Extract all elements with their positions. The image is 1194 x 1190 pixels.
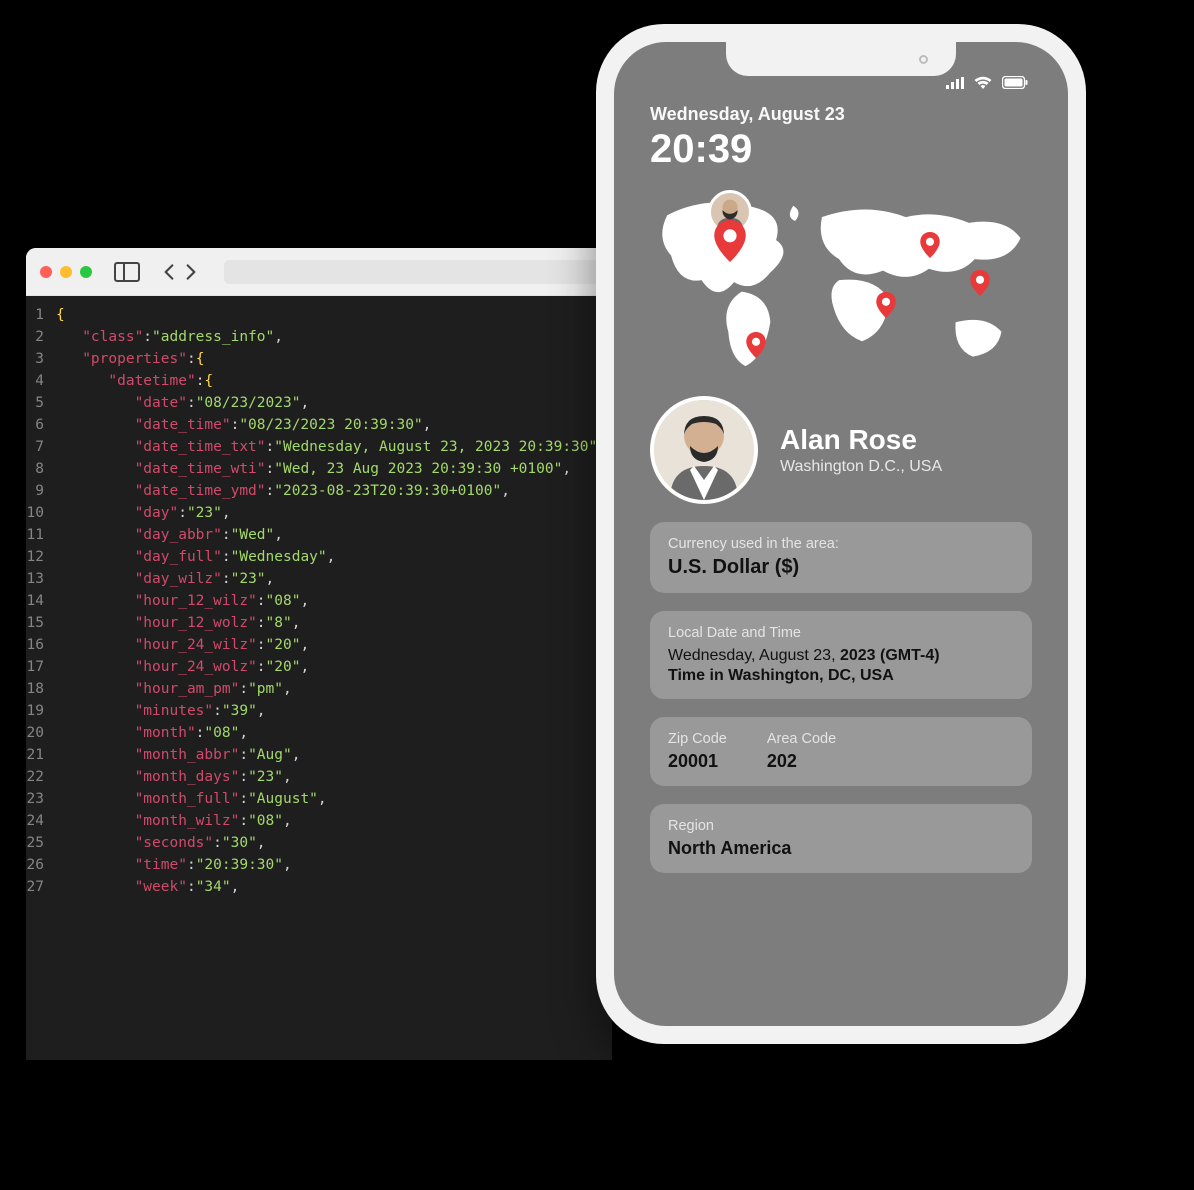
map-pin-primary[interactable] (714, 220, 746, 262)
code-line: "month_full":"August", (56, 788, 606, 810)
map-pin[interactable] (920, 232, 940, 258)
code-line: "month_wilz":"08", (56, 810, 606, 832)
code-line: "time":"20:39:30", (56, 854, 606, 876)
zip-code-label: Zip Code (668, 731, 727, 747)
status-date: Wednesday, August 23 (650, 104, 1032, 125)
codes-card: Zip Code 20001 Area Code 202 (650, 717, 1032, 786)
code-line: "date_time_ymd":"2023-08-23T20:39:30+010… (56, 480, 606, 502)
code-line: "date_time_txt":"Wednesday, August 23, 2… (56, 436, 606, 458)
code-line: "day_wilz":"23", (56, 568, 606, 590)
sidebar-toggle-icon[interactable] (114, 262, 140, 282)
localtime-date: Wednesday, August 23, (668, 647, 836, 664)
browser-titlebar (26, 248, 612, 296)
world-map (650, 184, 1032, 384)
code-line: "day_abbr":"Wed", (56, 524, 606, 546)
region-label: Region (668, 818, 1014, 834)
map-pin[interactable] (970, 270, 990, 296)
region-card: Region North America (650, 804, 1032, 873)
profile-row: Alan Rose Washington D.C., USA (650, 396, 1032, 504)
code-line: "hour_12_wolz":"8", (56, 612, 606, 634)
profile-name: Alan Rose (780, 424, 942, 456)
code-line: "minutes":"39", (56, 700, 606, 722)
code-line: "class":"address_info", (56, 326, 606, 348)
line-number-gutter: 1234567891011121314151617181920212223242… (26, 296, 50, 1060)
map-pin[interactable] (876, 292, 896, 318)
area-code-value: 202 (767, 751, 836, 772)
nav-arrows (160, 263, 200, 281)
code-line: "month_days":"23", (56, 766, 606, 788)
region-value: North America (668, 838, 1014, 859)
signal-icon (946, 77, 964, 89)
code-window: 1234567891011121314151617181920212223242… (26, 248, 612, 1060)
code-line: "day":"23", (56, 502, 606, 524)
status-clock: 20:39 (650, 127, 1032, 172)
code-line: "seconds":"30", (56, 832, 606, 854)
localtime-card: Local Date and Time Wednesday, August 23… (650, 611, 1032, 699)
phone-mockup: Wednesday, August 23 20:39 (596, 24, 1086, 1044)
wifi-icon (974, 76, 992, 89)
zip-code-block: Zip Code 20001 (668, 731, 727, 772)
currency-value: U.S. Dollar ($) (668, 556, 1014, 579)
code-line: "date":"08/23/2023", (56, 392, 606, 414)
localtime-place: Time in Washington, DC, USA (668, 667, 1014, 685)
area-code-label: Area Code (767, 731, 836, 747)
localtime-tz: 2023 (GMT-4) (840, 647, 940, 664)
code-line: "date_time":"08/23/2023 20:39:30", (56, 414, 606, 436)
battery-icon (1002, 76, 1028, 89)
currency-label: Currency used in the area: (668, 536, 1014, 552)
code-line: "day_full":"Wednesday", (56, 546, 606, 568)
camera-icon (919, 55, 928, 64)
code-line: "hour_am_pm":"pm", (56, 678, 606, 700)
code-line: "properties":{ (56, 348, 606, 370)
code-line: "week":"34", (56, 876, 606, 898)
code-line: { (56, 304, 606, 326)
currency-card: Currency used in the area: U.S. Dollar (… (650, 522, 1032, 593)
code-content[interactable]: { "class":"address_info", "properties":{… (50, 296, 612, 1060)
forward-button[interactable] (182, 263, 200, 281)
code-editor[interactable]: 1234567891011121314151617181920212223242… (26, 296, 612, 1060)
phone-screen: Wednesday, August 23 20:39 (614, 42, 1068, 1026)
back-button[interactable] (160, 263, 178, 281)
phone-notch (726, 42, 956, 76)
code-line: "datetime":{ (56, 370, 606, 392)
window-traffic-lights (40, 266, 92, 278)
code-line: "hour_24_wilz":"20", (56, 634, 606, 656)
status-bar-icons (946, 76, 1028, 89)
minimize-window-button[interactable] (60, 266, 72, 278)
profile-text: Alan Rose Washington D.C., USA (780, 424, 942, 476)
maximize-window-button[interactable] (80, 266, 92, 278)
code-line: "date_time_wti":"Wed, 23 Aug 2023 20:39:… (56, 458, 606, 480)
code-line: "month":"08", (56, 722, 606, 744)
code-line: "hour_12_wilz":"08", (56, 590, 606, 612)
code-line: "hour_24_wolz":"20", (56, 656, 606, 678)
zip-code-value: 20001 (668, 751, 727, 772)
profile-avatar[interactable] (650, 396, 758, 504)
code-line: "month_abbr":"Aug", (56, 744, 606, 766)
area-code-block: Area Code 202 (767, 731, 836, 772)
map-pin[interactable] (746, 332, 766, 358)
url-bar[interactable] (224, 260, 598, 284)
close-window-button[interactable] (40, 266, 52, 278)
profile-location: Washington D.C., USA (780, 458, 942, 476)
localtime-label: Local Date and Time (668, 625, 1014, 641)
